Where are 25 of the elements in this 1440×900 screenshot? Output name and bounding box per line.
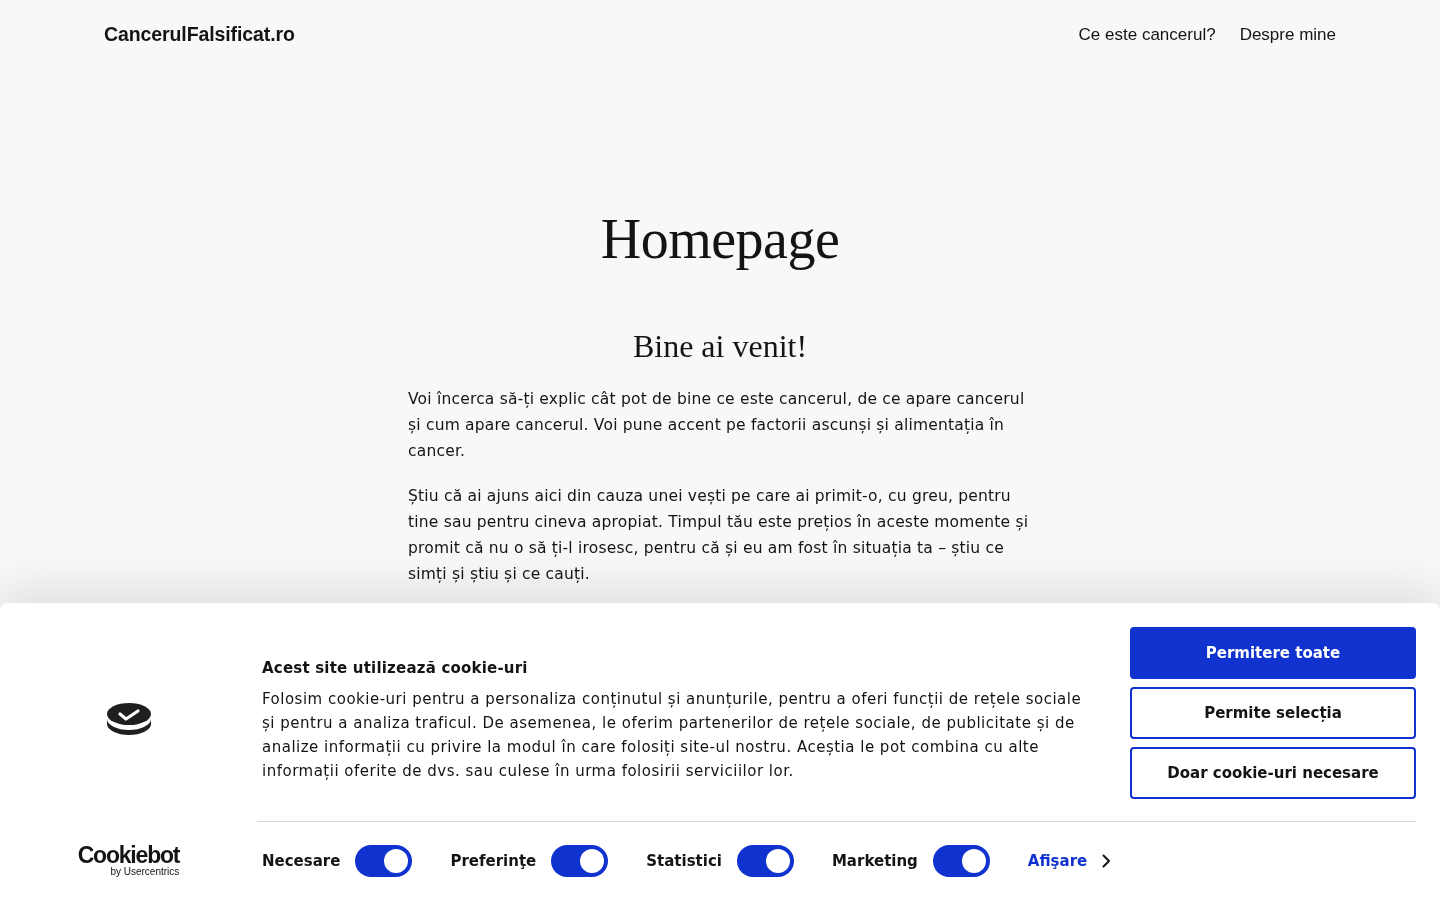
nav-link[interactable]: Despre mine bbox=[1239, 23, 1336, 45]
site-logo[interactable]: CancerulFalsificat.ro bbox=[104, 22, 295, 46]
nav-link[interactable]: Ce este cancerul? bbox=[1078, 23, 1216, 45]
cookie-check-icon bbox=[105, 702, 152, 736]
details-link[interactable]: Afişare bbox=[1027, 852, 1112, 870]
toggle-label: Statistici bbox=[646, 852, 722, 870]
brand-name: Cookiebot bbox=[77, 843, 180, 866]
section-heading: Bine ai venit! bbox=[631, 327, 809, 366]
chevron-right-icon bbox=[1102, 854, 1112, 868]
consent-button[interactable]: Permite selecția bbox=[1130, 687, 1416, 739]
toggle-label: Necesare bbox=[262, 852, 341, 870]
consent-button[interactable]: Permitere toate bbox=[1130, 627, 1416, 679]
toggle-switch[interactable] bbox=[355, 845, 413, 877]
banner-title: Acest site utilizează cookie-uri bbox=[262, 658, 529, 678]
toggle-switch[interactable] bbox=[736, 845, 794, 877]
consent-button[interactable]: Doar cookie-uri necesare bbox=[1130, 747, 1416, 799]
toggle-switch[interactable] bbox=[932, 845, 990, 877]
toggle-label: Preferinţe bbox=[450, 852, 537, 870]
toggle-switch[interactable] bbox=[551, 845, 609, 877]
page-title: Homepage bbox=[599, 207, 841, 272]
toggle-label: Marketing bbox=[831, 852, 918, 870]
body-paragraph: Știu că ai ajuns aici din cauza unei vești pe care ai primit-o, cu greu, pentru tine sau pentru cineva apropiat. Timpul tău este prețios în aceste momente și promit că nu o să ți-l irosesc, pentru că și eu am fost în situația ta – știu ce simți și știu și ce cauți. bbox=[408, 486, 1030, 585]
banner-text: Folosim cookie-uri pentru a personaliza conținutul și anunțurile, pentru a oferi funcții de rețele sociale și pentru a analiza traficul. De asemenea, le oferim partenerilor de rețele sociale, de publicitate și de analize informații cu privire la modul în care folosiți site-ul nostru. Aceștia le pot combina cu alte informații oferite de dvs. sau culese în urma folosirii serviciilor lor. bbox=[262, 689, 1083, 782]
body-paragraph: Voi încerca să-ți explic cât pot de bine ce este cancerul, de ce apare cancerul și cum apare cancerul. Voi pune accent pe factorii ascunși și alimentația în cancer. bbox=[408, 389, 1026, 462]
brand-byline: by Usercentrics bbox=[110, 865, 180, 878]
